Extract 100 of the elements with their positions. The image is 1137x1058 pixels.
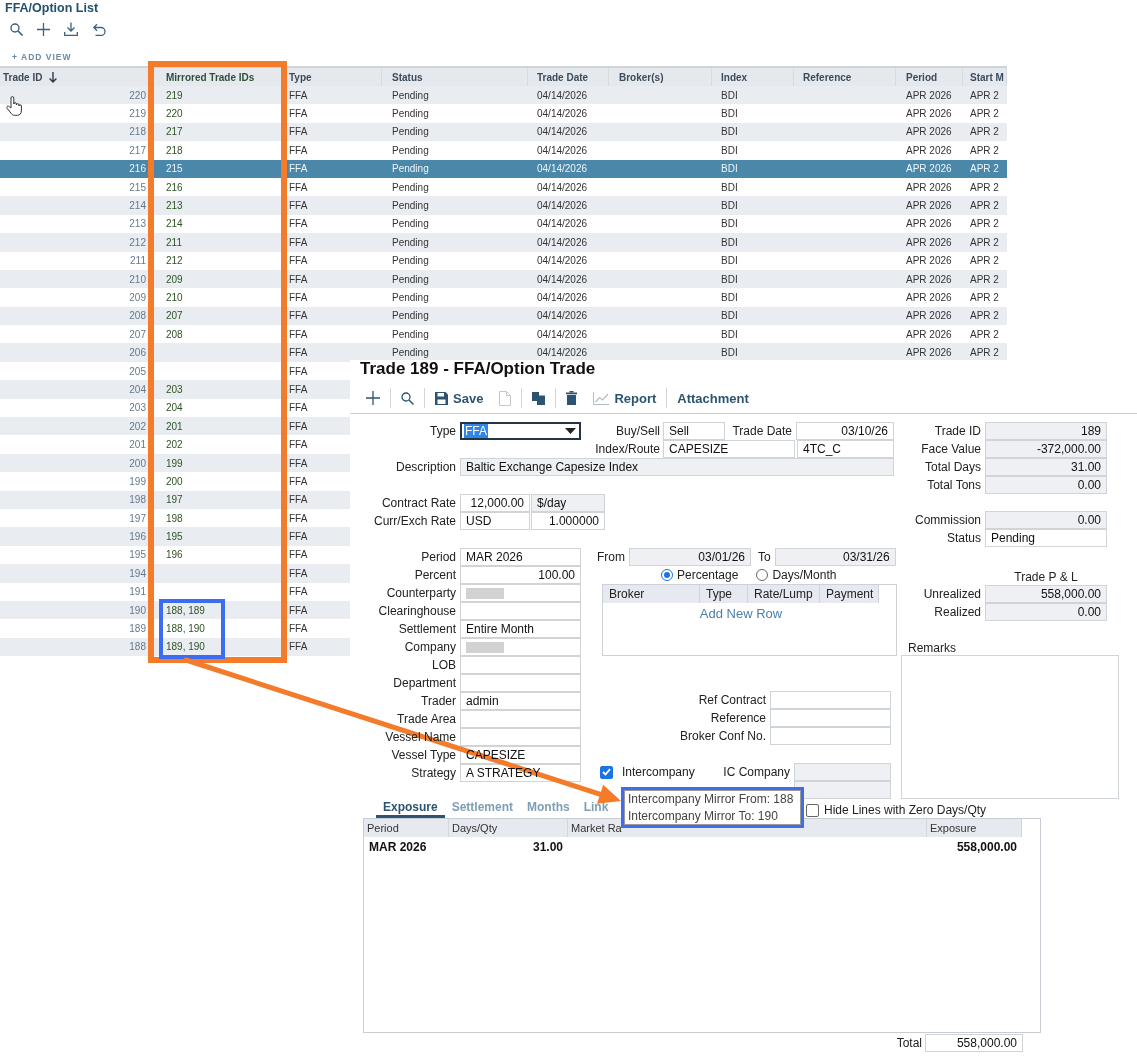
input-field[interactable]: 31.00 — [985, 458, 1107, 476]
table-row[interactable]: 208 207 FFA Pending 04/14/2026 BDI APR 2026 APR 2 — [0, 306, 1007, 326]
cell-highlight-frame — [159, 599, 225, 659]
column-header[interactable]: Period — [364, 819, 449, 837]
column-header[interactable]: Broker — [603, 585, 700, 603]
input-field[interactable] — [770, 727, 891, 745]
table-row[interactable]: 210 209 FFA Pending 04/14/2026 BDI APR 2026 APR 2 — [0, 269, 1007, 289]
input-field[interactable]: MAR 2026 — [460, 548, 581, 566]
table-cell: 04/14/2026 — [537, 292, 588, 303]
input-field[interactable]: CAPESIZE — [663, 440, 795, 458]
input-field[interactable]: 100.00 — [460, 566, 581, 584]
input-field[interactable]: admin — [460, 692, 581, 710]
report-button[interactable]: Report — [585, 386, 665, 410]
column-header[interactable]: Type — [700, 585, 748, 603]
input-field[interactable]: Entire Month — [460, 620, 581, 638]
table-row[interactable]: 214 213 FFA Pending 04/14/2026 BDI APR 2026 APR 2 — [0, 196, 1007, 215]
redacted-block — [466, 588, 504, 600]
table-row[interactable]: 206 FFA Pending 04/14/2026 BDI APR 2026 APR 2 — [0, 343, 1007, 362]
table-cell: FFA — [289, 623, 308, 634]
table-row[interactable]: 207 208 FFA Pending 04/14/2026 BDI APR 2026 APR 2 — [0, 325, 1007, 344]
input-field[interactable]: 03/31/26 — [774, 548, 896, 566]
column-header[interactable]: Exposure — [927, 819, 1022, 837]
input-field[interactable]: Sell — [663, 422, 725, 440]
add-view-button[interactable]: + ADD VIEW — [12, 52, 72, 62]
input-field[interactable]: 189 — [985, 422, 1107, 440]
column-header[interactable]: Days/Qty — [449, 819, 568, 837]
input-field[interactable] — [770, 709, 891, 727]
table-row[interactable]: 219 220 FFA Pending 04/14/2026 BDI APR 2026 APR 2 — [0, 104, 1007, 123]
plus-icon[interactable] — [37, 22, 50, 36]
table-row[interactable]: 215 216 FFA Pending 04/14/2026 BDI APR 2026 APR 2 — [0, 177, 1007, 197]
table-cell: 199 — [166, 457, 183, 469]
attachment-button[interactable]: Attachment — [669, 386, 757, 410]
input-field[interactable]: 03/10/26 — [796, 422, 894, 440]
table-row[interactable]: 212 211 FFA Pending 04/14/2026 BDI APR 2026 APR 2 — [0, 233, 1007, 252]
plus-icon[interactable] — [366, 391, 380, 405]
input-field[interactable] — [460, 674, 581, 692]
add-row-link[interactable]: Add New Row — [699, 606, 783, 621]
input-field[interactable] — [794, 781, 891, 799]
input-field[interactable] — [460, 638, 581, 656]
input-field[interactable]: 558,000.00 — [985, 585, 1107, 603]
type-select[interactable]: FFA — [460, 422, 581, 440]
input-field[interactable] — [460, 710, 581, 728]
input-field[interactable] — [460, 584, 581, 602]
table-row[interactable]: 216 215 FFA Pending 04/14/2026 BDI APR 2026 APR 2 — [0, 159, 1007, 178]
radio-button[interactable] — [756, 569, 769, 581]
input-field[interactable]: 0.00 — [985, 603, 1107, 621]
table-cell: BDI — [721, 347, 738, 359]
table-row[interactable]: 213 214 FFA Pending 04/14/2026 BDI APR 2026 APR 2 — [0, 214, 1007, 234]
sort-arrow-icon — [49, 71, 58, 83]
table-cell: BDI — [721, 292, 738, 303]
table-cell: FFA — [289, 641, 308, 653]
search-icon[interactable] — [401, 391, 414, 405]
input-field[interactable]: -372,000.00 — [985, 440, 1107, 458]
table-row[interactable]: 211 212 FFA Pending 04/14/2026 BDI APR 2026 APR 2 — [0, 251, 1007, 270]
input-field[interactable]: Pending — [985, 529, 1107, 547]
table-cell: FFA — [289, 567, 308, 579]
table-cell: APR 2 — [970, 200, 999, 212]
column-header[interactable]: Payment — [820, 585, 879, 603]
table-row[interactable]: 218 217 FFA Pending 04/14/2026 BDI APR 2026 APR 2 — [0, 122, 1007, 142]
table-row[interactable]: 209 210 FFA Pending 04/14/2026 BDI APR 2026 APR 2 — [0, 288, 1007, 307]
table-cell: APR 2 — [970, 255, 999, 267]
table-cell: 218 — [129, 126, 146, 138]
table-cell: Pending — [392, 347, 429, 359]
input-field[interactable] — [460, 656, 581, 674]
save-button[interactable]: Save — [427, 386, 492, 410]
radio-button[interactable] — [661, 569, 673, 581]
table-row[interactable]: 217 218 FFA Pending 04/14/2026 BDI APR 2026 APR 2 — [0, 141, 1007, 160]
table-cell: FFA — [289, 292, 308, 303]
field-label: Clearinghouse — [378, 604, 456, 618]
trash-icon[interactable] — [566, 391, 578, 405]
input-field[interactable]: 12,000.00 — [460, 494, 530, 512]
search-icon[interactable] — [10, 22, 23, 36]
input-field[interactable] — [460, 728, 581, 746]
table-cell: 213 — [129, 218, 146, 230]
input-field[interactable]: 0.00 — [985, 511, 1107, 529]
input-field[interactable]: USD — [460, 512, 530, 530]
input-field[interactable] — [770, 691, 891, 709]
remarks-field[interactable] — [901, 655, 1119, 799]
table-cell: 195 — [166, 531, 183, 543]
checkbox[interactable] — [600, 765, 613, 779]
input-field[interactable] — [460, 602, 581, 620]
input-field[interactable]: Baltic Exchange Capesize Index — [460, 458, 894, 476]
input-field[interactable]: 1.000000 — [531, 512, 605, 530]
input-field[interactable]: 03/01/26 — [629, 548, 751, 566]
input-field[interactable]: 558,000.00 — [925, 1034, 1023, 1052]
column-header[interactable]: Rate/Lump — [748, 585, 820, 603]
field-label: Description — [395, 460, 456, 474]
input-field[interactable] — [794, 763, 891, 781]
table-cell: 200 — [166, 475, 183, 487]
input-field[interactable]: 0.00 — [985, 476, 1107, 494]
copy-icon[interactable] — [532, 391, 546, 405]
checkbox[interactable] — [806, 803, 819, 817]
table-cell: Pending — [392, 200, 429, 212]
input-field[interactable]: $/day — [531, 494, 605, 512]
table-row[interactable]: 220 219 FFA Pending 04/14/2026 BDI APR 2026 APR 2 — [0, 86, 1007, 105]
field-label: Broker Conf No. — [679, 729, 766, 743]
table-cell: APR 2 — [970, 144, 999, 156]
input-field[interactable]: 4TC_C — [797, 440, 894, 458]
undo-icon[interactable] — [92, 22, 106, 36]
download-icon[interactable] — [64, 22, 78, 36]
